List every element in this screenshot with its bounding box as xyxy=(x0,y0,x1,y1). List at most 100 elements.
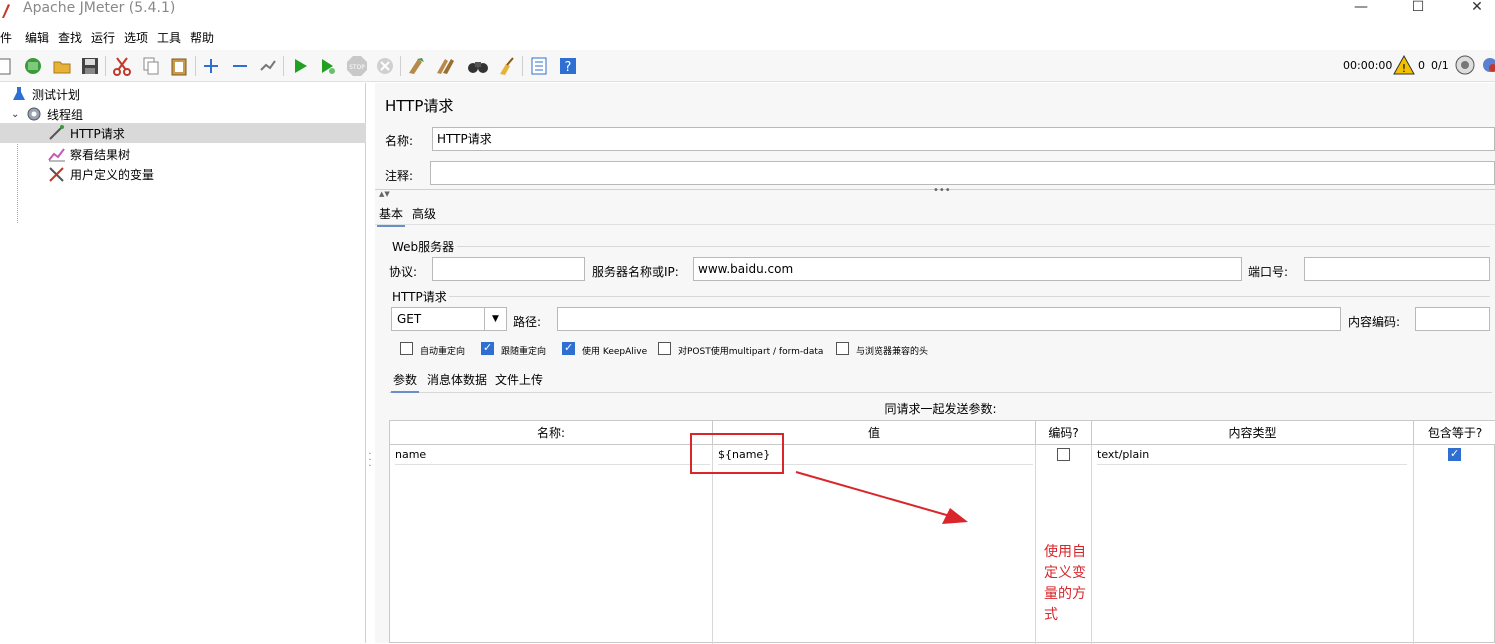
menu-edit[interactable]: 编辑 xyxy=(25,30,49,46)
http-request-panel: HTTP请求 名称: HTTP请求 注释: ▲▼ ••• 基本 高级 Web服务… xyxy=(375,83,1495,644)
tree-label: 测试计划 xyxy=(32,87,81,102)
tab-files-upload[interactable]: 文件上传 xyxy=(493,371,545,391)
templates-icon[interactable] xyxy=(21,54,45,78)
menu-search[interactable]: 查找 xyxy=(58,30,82,46)
column-header-encode[interactable]: 编码? xyxy=(1036,421,1092,445)
svg-text:STOP: STOP xyxy=(349,64,365,71)
open-icon[interactable] xyxy=(50,54,74,78)
port-field[interactable] xyxy=(1304,257,1490,281)
method-select[interactable]: GET ▼ xyxy=(391,307,507,331)
multipart-checkbox[interactable] xyxy=(658,342,671,355)
warning-count: 0 xyxy=(1418,59,1425,72)
keepalive-label: 使用 KeepAlive xyxy=(582,347,648,357)
port-label: 端口号: xyxy=(1248,265,1289,279)
tab-bar: 基本 高级 xyxy=(375,203,1495,227)
column-header-include-equals[interactable]: 包含等于? xyxy=(1414,421,1495,445)
save-icon[interactable] xyxy=(78,54,102,78)
clear-icon[interactable] xyxy=(404,54,428,78)
tools-icon xyxy=(48,165,66,183)
start-icon[interactable] xyxy=(288,54,312,78)
tree-item-user-variables[interactable]: 用户定义的变量 xyxy=(0,164,366,184)
include-equals-checkbox[interactable] xyxy=(1448,447,1461,461)
elapsed-timer: 00:00:00 xyxy=(1343,59,1393,72)
function-helper-icon[interactable] xyxy=(527,54,551,78)
protocol-label: 协议: xyxy=(389,265,418,279)
start-no-pause-icon[interactable] xyxy=(316,54,340,78)
auto-redirect-checkbox[interactable] xyxy=(400,342,413,355)
svg-text:?: ? xyxy=(565,60,572,75)
warning-icon[interactable]: ! xyxy=(1392,53,1416,77)
menu-help[interactable]: 帮助 xyxy=(190,30,214,46)
comment-label: 注释: xyxy=(385,169,414,183)
encode-checkbox[interactable] xyxy=(1057,448,1070,461)
page-title: HTTP请求 xyxy=(385,97,454,115)
stop-icon[interactable]: STOP xyxy=(345,54,369,78)
expand-icon[interactable] xyxy=(199,54,223,78)
server-field[interactable]: www.baidu.com xyxy=(693,257,1242,281)
active-threads: 0/1 xyxy=(1431,59,1449,72)
collapse-arrows-icon[interactable]: ▲▼ xyxy=(379,190,390,198)
close-button[interactable]: ✕ xyxy=(1454,0,1495,20)
collapse-icon[interactable] xyxy=(228,54,252,78)
tab-parameters[interactable]: 参数 xyxy=(391,371,420,393)
encoding-field[interactable] xyxy=(1415,307,1490,331)
cut-icon[interactable] xyxy=(110,54,134,78)
menu-run[interactable]: 运行 xyxy=(91,30,115,46)
collapse-bar[interactable]: ▲▼ ••• xyxy=(375,185,1495,198)
toggle-icon[interactable] xyxy=(256,54,280,78)
svg-text:!: ! xyxy=(1402,62,1406,75)
path-field[interactable] xyxy=(557,307,1341,331)
tree-item-thread-group[interactable]: ⌄ 线程组 xyxy=(0,104,366,124)
tree-label: HTTP请求 xyxy=(70,126,125,141)
tab-basic[interactable]: 基本 xyxy=(377,205,406,227)
reset-search-icon[interactable] xyxy=(494,54,518,78)
path-label: 路径: xyxy=(513,315,542,329)
browser-headers-checkbox[interactable] xyxy=(836,342,849,355)
drag-dots-icon[interactable]: ••• xyxy=(933,185,951,196)
tree-item-results-tree[interactable]: 察看结果树 xyxy=(0,144,366,164)
menu-file[interactable]: 文件 xyxy=(0,30,12,46)
encoding-label: 内容编码: xyxy=(1348,315,1401,329)
shutdown-icon[interactable] xyxy=(373,54,397,78)
running-status-icon xyxy=(1453,53,1477,77)
menu-bar: 文件 编辑 查找 运行 选项 工具 帮助 xyxy=(0,28,1495,48)
follow-redirect-checkbox[interactable] xyxy=(481,341,494,355)
help-icon[interactable]: ? xyxy=(556,54,580,78)
paste-icon[interactable] xyxy=(167,54,191,78)
tab-body-data[interactable]: 消息体数据 xyxy=(425,371,489,391)
title-bar: Apache JMeter (5.4.1) — ☐ ✕ xyxy=(0,0,1495,28)
tab-advanced[interactable]: 高级 xyxy=(410,205,438,225)
tree-item-http-request[interactable]: HTTP请求 xyxy=(0,123,366,143)
dropdown-arrow-icon[interactable]: ▼ xyxy=(484,308,506,330)
remote-icon[interactable] xyxy=(1478,53,1495,77)
annotation-highlight-box xyxy=(690,433,784,474)
method-value: GET xyxy=(397,312,422,326)
content-type-cell[interactable]: text/plain xyxy=(1097,445,1407,465)
params-caption: 同请求一起发送参数: xyxy=(884,402,997,416)
gear-icon xyxy=(25,105,43,123)
pipette-icon xyxy=(48,124,66,142)
protocol-field[interactable] xyxy=(432,257,585,281)
column-header-content-type[interactable]: 内容类型 xyxy=(1092,421,1414,445)
jmeter-feather-icon xyxy=(2,4,10,18)
tree-item-test-plan[interactable]: 测试计划 xyxy=(0,84,366,104)
menu-tools[interactable]: 工具 xyxy=(157,30,181,46)
web-server-group-label: Web服务器 xyxy=(392,240,455,254)
annotation-text: 使用自定义变量的方式 xyxy=(1044,544,1086,623)
column-header-name[interactable]: 名称: xyxy=(390,421,713,445)
toolbar: STOP ? 00:00:00 ! 0 0/1 xyxy=(0,50,1495,82)
menu-options[interactable]: 选项 xyxy=(124,30,148,46)
splitter-handle[interactable]: · · · xyxy=(368,450,372,472)
test-plan-tree: 测试计划 ⌄ 线程组 HTTP请求 察看结果树 用户定义的变量 xyxy=(0,83,366,643)
keepalive-checkbox[interactable] xyxy=(562,341,575,355)
comment-field[interactable] xyxy=(430,161,1495,185)
minimize-button[interactable]: — xyxy=(1338,0,1384,20)
new-icon[interactable] xyxy=(0,54,16,78)
clear-all-icon[interactable] xyxy=(433,54,457,78)
chevron-down-icon[interactable]: ⌄ xyxy=(11,109,25,120)
name-field[interactable]: HTTP请求 xyxy=(432,127,1495,151)
maximize-button[interactable]: ☐ xyxy=(1395,0,1441,20)
param-name-cell[interactable]: name xyxy=(395,445,710,465)
search-icon[interactable] xyxy=(466,54,490,78)
copy-icon[interactable] xyxy=(139,54,163,78)
